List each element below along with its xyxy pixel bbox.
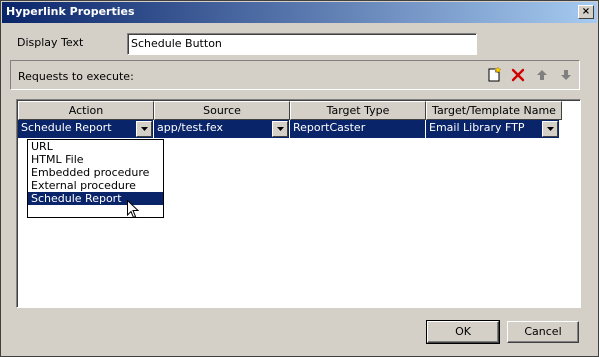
move-up-button[interactable] <box>533 66 551 84</box>
dropdown-option-embedded-procedure[interactable]: Embedded procedure <box>28 166 163 179</box>
grid-header: Action Source Target Type Target/Templat… <box>18 101 562 120</box>
table-row[interactable]: Schedule Report app/test.fex ReportCaste… <box>18 120 560 138</box>
move-down-icon <box>561 70 571 80</box>
move-up-icon <box>537 70 547 80</box>
dialog-title: Hyperlink Properties <box>6 5 135 18</box>
column-header-action[interactable]: Action <box>18 101 154 120</box>
mouse-pointer-icon <box>127 200 139 219</box>
new-request-button[interactable] <box>485 66 503 84</box>
column-header-target-name[interactable]: Target/Template Name <box>426 101 562 120</box>
hyperlink-properties-dialog: Hyperlink Properties × Display Text Sche… <box>0 0 599 357</box>
display-text-input[interactable]: Schedule Button <box>127 33 477 55</box>
title-bar[interactable]: Hyperlink Properties × <box>2 2 597 23</box>
new-request-icon <box>488 67 502 82</box>
dropdown-option-html-file[interactable]: HTML File <box>28 153 163 166</box>
display-text-label: Display Text <box>17 36 84 49</box>
action-cell[interactable]: Schedule Report <box>18 120 154 138</box>
ok-button[interactable]: OK <box>426 320 500 344</box>
requests-panel: Requests to execute: <box>10 60 580 90</box>
chevron-down-icon <box>546 127 554 131</box>
target-name-cell[interactable]: Email Library FTP <box>426 120 560 138</box>
dropdown-option-schedule-report[interactable]: Schedule Report <box>28 192 163 205</box>
target-type-value: ReportCaster <box>293 121 366 134</box>
target-name-value: Email Library FTP <box>429 121 525 134</box>
chevron-down-icon <box>276 127 284 131</box>
delete-icon <box>511 68 525 82</box>
source-dropdown-button[interactable] <box>272 121 288 137</box>
target-type-cell[interactable]: ReportCaster <box>290 120 426 138</box>
close-button[interactable]: × <box>578 5 594 19</box>
column-header-source[interactable]: Source <box>154 101 290 120</box>
dropdown-option-external-procedure[interactable]: External procedure <box>28 179 163 192</box>
dropdown-option-url[interactable]: URL <box>28 140 163 153</box>
target-name-dropdown-button[interactable] <box>542 121 558 137</box>
source-cell[interactable]: app/test.fex <box>154 120 290 138</box>
delete-request-button[interactable] <box>509 66 527 84</box>
cancel-button[interactable]: Cancel <box>507 321 579 343</box>
requests-label: Requests to execute: <box>18 70 134 83</box>
action-dropdown-button[interactable] <box>136 121 152 137</box>
column-header-target-type[interactable]: Target Type <box>290 101 426 120</box>
close-icon: × <box>581 6 591 17</box>
source-value: app/test.fex <box>157 121 223 134</box>
move-down-button[interactable] <box>557 66 575 84</box>
chevron-down-icon <box>140 127 148 131</box>
action-value: Schedule Report <box>21 121 112 134</box>
action-dropdown-list: URL HTML File Embedded procedure Externa… <box>27 139 164 218</box>
